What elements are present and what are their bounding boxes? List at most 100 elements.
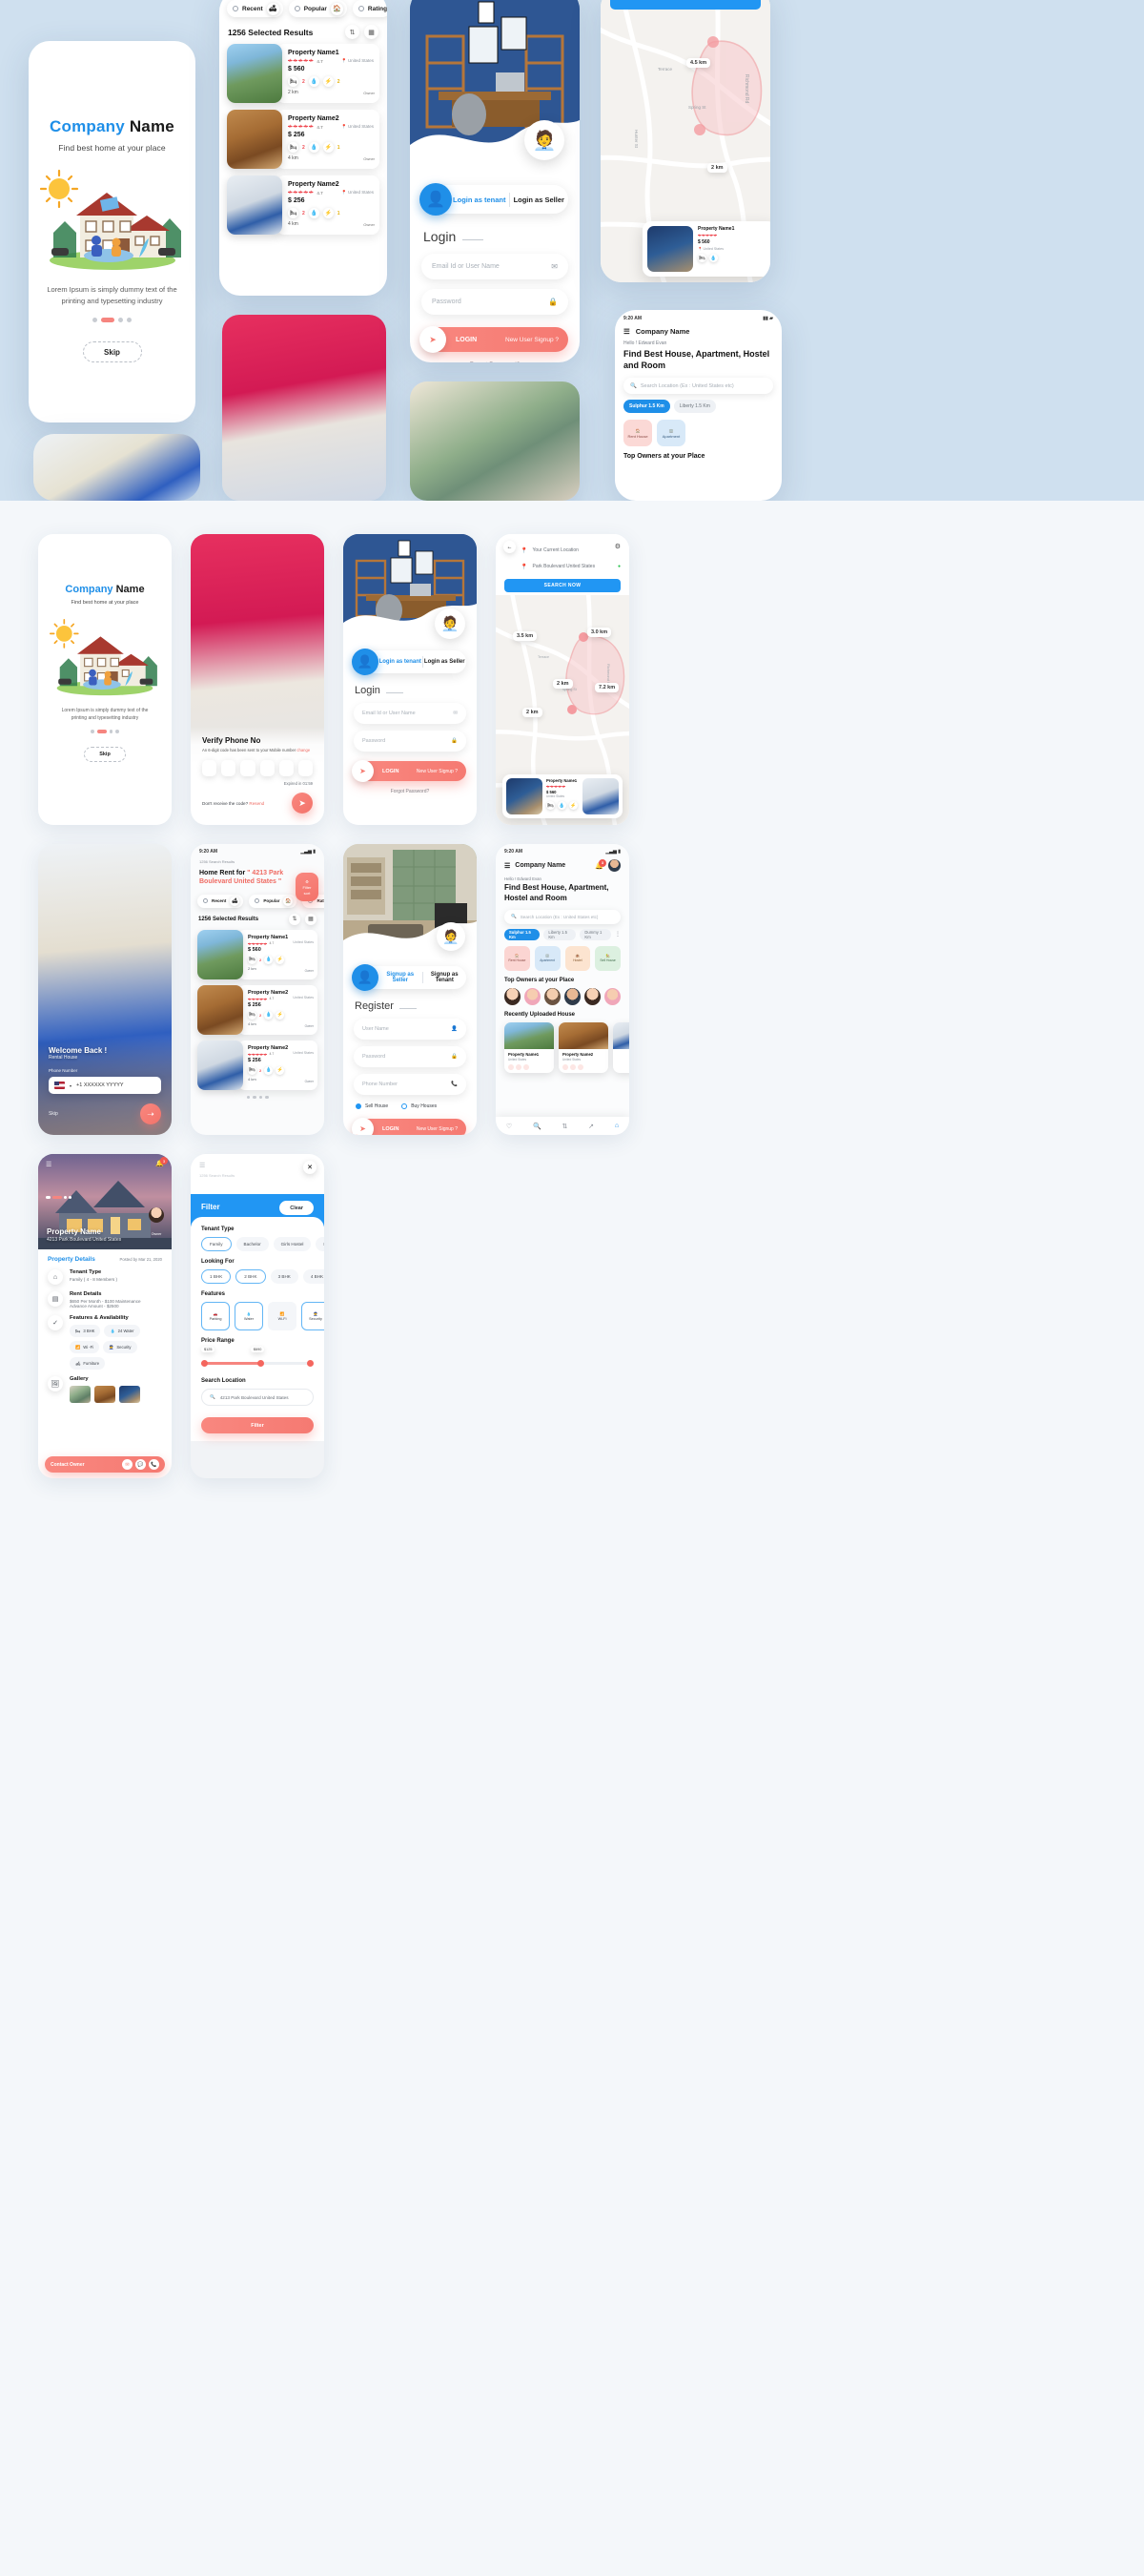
skip-button[interactable]: Skip [84,746,126,762]
mail-icon[interactable]: ✉ [122,1459,133,1470]
signup-link[interactable]: New User Signup ? [505,337,559,343]
onboarding-dots[interactable] [29,318,195,323]
property-card[interactable]: Property Name2 ★ ★ ★ ★ ★ 4.7 $ 256 United Sta… [197,984,317,1035]
option-mens[interactable]: Mens [316,1237,324,1251]
avatar[interactable] [564,987,581,1005]
signup-link[interactable]: New User Signup ? [417,769,458,774]
option-family[interactable]: Family [201,1237,232,1251]
phone-field[interactable]: Phone Number 📞 [354,1074,466,1095]
phone-icon[interactable]: 📞 [149,1459,159,1470]
price-range-slider[interactable]: $125 $690 [201,1347,314,1370]
otp-digit[interactable] [202,760,217,776]
gallery-thumb[interactable] [70,1386,91,1403]
chip-rating[interactable]: Rating [352,0,387,17]
grid-icon[interactable]: ▦ [364,25,378,39]
next-button[interactable]: ➤ [292,793,313,814]
map-property-card[interactable]: Property Name1 ★ ★ ★ ★ ★ $ 560 📍 United Stat… [643,221,770,277]
otp-digit[interactable] [240,760,255,776]
category-apartment[interactable]: 🏢 Apartment [534,945,561,971]
chip-popular[interactable]: Popular 🏠 [288,0,347,17]
recent-card[interactable] [613,1021,629,1073]
menu-icon[interactable]: ☰ [623,327,630,336]
more-icon[interactable]: ⋮ [615,931,621,938]
register-button[interactable]: ➤ LOGIN New User Signup ? [352,1118,466,1135]
option-bachelor[interactable]: Bachelor [235,1237,269,1251]
share-icon[interactable]: ↗ [588,1123,594,1130]
avatar[interactable] [604,987,621,1005]
otp-digit[interactable] [259,760,275,776]
option-wifi[interactable]: 📶 Wi-Fi [268,1302,296,1330]
onboarding-dots[interactable] [38,730,172,733]
grid-icon[interactable]: ▦ [305,913,317,925]
chip-recent[interactable]: Recent 🛋 [227,0,283,17]
search-input[interactable]: 🔍 Search Location (Ex : United States etc… [623,378,773,395]
menu-icon[interactable]: ☰ [504,862,510,870]
forgot-password-link[interactable]: Forgot Password? [343,789,477,794]
option-water[interactable]: 💧 Water [235,1302,263,1330]
map-canvas[interactable]: Richmond Rd Spring St Terrace 3.5 km 3.0… [496,585,629,825]
contact-owner-button[interactable]: Contact Owner ✉ 💬 📞 [45,1456,165,1473]
tag[interactable]: Dummy 1 Km [580,928,611,940]
option-parking[interactable]: 🚗 Parking [201,1302,230,1330]
email-field[interactable]: Email Id or User Name ✉ [354,703,466,724]
avatar[interactable] [584,987,601,1005]
category-apartment[interactable]: 🏢 Apartment [657,420,685,447]
password-field[interactable]: Password 🔒 [354,1046,466,1067]
chip-popular[interactable]: Popular 🏠 [249,894,297,908]
property-card[interactable]: Property Name1 ★ ★ ★ ★ ★ 4.7 $ 560 📍 United S… [227,44,379,103]
search-icon[interactable]: 🔍 [533,1123,541,1130]
username-field[interactable]: User Name 👤 [354,1019,466,1040]
menu-icon[interactable]: ☰ [199,1162,316,1169]
tab-signup-seller[interactable]: Signup as Seller [378,972,422,983]
slider-handle-max[interactable] [257,1360,264,1367]
recent-card[interactable]: Property Name2 United States [559,1021,608,1073]
chat-icon[interactable]: 💬 [135,1459,146,1470]
bell-icon[interactable]: 🔔3 [155,1157,168,1167]
avatar[interactable] [544,987,561,1005]
sort-icon[interactable]: ⇅ [345,25,359,39]
back-icon[interactable]: ← [503,541,516,553]
category-rent-house[interactable]: 🏠 Rent House [504,945,530,971]
otp-input-group[interactable] [202,760,314,776]
compare-icon[interactable]: ⇅ [562,1123,567,1130]
option-security[interactable]: 👮 Security [301,1302,324,1330]
property-card[interactable]: Property Name2 ★ ★ ★ ★ ★ 4.7 $ 256 United Sta… [197,1040,317,1090]
option-1bhk[interactable]: 1 BHK [201,1269,232,1284]
next-button[interactable]: ➝ [140,1103,161,1124]
login-button[interactable]: ➤ LOGIN New User Signup ? [419,326,568,353]
option-girls-hostel[interactable]: Girls Hostel [273,1237,312,1251]
chip-recent[interactable]: Recent 🛋 [197,894,244,908]
password-field[interactable]: Password 🔒 [354,731,466,752]
close-icon[interactable]: ✕ [303,1161,317,1174]
skip-link[interactable]: Skip [49,1111,58,1117]
tab-signup-tenant[interactable]: Signup as Tenant [423,972,467,983]
tab-login-seller[interactable]: Login as Seller [510,196,569,204]
tag-selected[interactable]: Sulphur 1.5 Km [623,400,670,414]
filter-sort-fab[interactable]: ⚙ Filter sort [296,873,318,901]
otp-digit[interactable] [221,760,236,776]
option-3bhk[interactable]: 3 BHK [270,1269,298,1284]
otp-digit[interactable] [278,760,294,776]
skip-button[interactable]: Skip [82,341,142,363]
clear-button[interactable]: Clear [279,1201,314,1215]
option-4bhk[interactable]: 4 BHK [302,1269,324,1284]
resend-link[interactable]: Resend [249,801,264,806]
settings-icon[interactable]: ⚙ [615,543,621,550]
menu-icon[interactable]: ☰ [46,1161,51,1168]
option-2bhk[interactable]: 2 BHK [235,1269,266,1284]
slider-handle-min[interactable] [201,1360,208,1367]
category-sell-house[interactable]: 🏡 Sell House [595,945,621,971]
property-card[interactable]: Property Name1 ★ ★ ★ ★ ★ 4.7 $ 560 United Sta… [197,929,317,979]
avatar[interactable] [504,987,521,1005]
avatar[interactable] [524,987,541,1005]
avatar[interactable] [608,859,621,872]
gallery-thumb[interactable] [94,1386,115,1403]
login-button[interactable]: ➤ LOGIN New User Signup ? [352,760,466,782]
radio-sell-house[interactable]: Sell House [356,1103,388,1109]
tag[interactable]: Liberty 1.5 Km [543,928,577,940]
owner-block[interactable]: Owner [149,1207,164,1240]
property-card[interactable]: Property Name2 ★ ★ ★ ★ ★ 4.7 $ 256 📍 United S… [227,110,379,169]
tag[interactable]: Liberty 1.5 Km [673,400,716,414]
apply-filter-button[interactable]: Filter [201,1417,314,1433]
carousel-dots[interactable] [46,1196,72,1199]
